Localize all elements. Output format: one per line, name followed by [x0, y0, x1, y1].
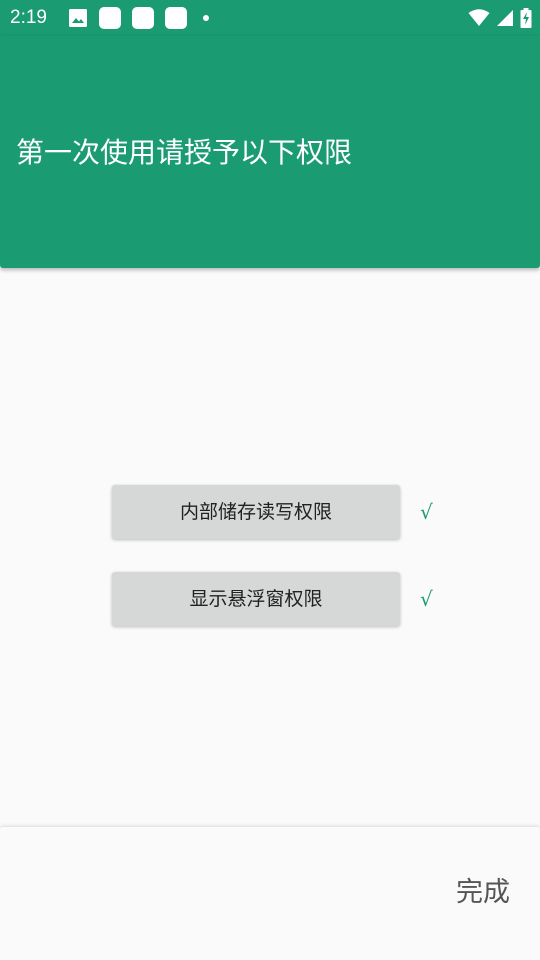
storage-permission-button[interactable]: 内部储存读写权限: [112, 485, 400, 539]
app-screen: 2:19 第一次使用请授予以下权限 内部储存读写权限 √ 显示悬浮窗权限 √ 完…: [0, 0, 540, 960]
status-bar: 2:19: [0, 0, 540, 36]
notification-square-icon: [132, 7, 154, 29]
status-time: 2:19: [10, 7, 47, 28]
bottom-bar: 完成: [0, 826, 540, 960]
battery-charging-icon: [520, 8, 532, 28]
page-title: 第一次使用请授予以下权限: [16, 136, 353, 169]
dot-icon: [203, 15, 209, 21]
status-notification-icons: [68, 7, 209, 29]
permission-row-overlay: 显示悬浮窗权限 √: [112, 572, 452, 626]
image-icon: [69, 9, 87, 27]
overlay-permission-check: √: [420, 587, 433, 611]
done-button[interactable]: 完成: [456, 873, 510, 913]
status-system-icons: [462, 7, 532, 29]
cell-signal-icon: [497, 10, 513, 26]
notification-square-icon: [99, 7, 121, 29]
notification-square-icon: [165, 7, 187, 29]
permission-row-storage: 内部储存读写权限 √: [112, 485, 452, 539]
wifi-icon: [468, 9, 490, 26]
storage-permission-check: √: [420, 500, 433, 524]
overlay-permission-button[interactable]: 显示悬浮窗权限: [112, 572, 400, 626]
app-header: 第一次使用请授予以下权限: [0, 36, 540, 268]
